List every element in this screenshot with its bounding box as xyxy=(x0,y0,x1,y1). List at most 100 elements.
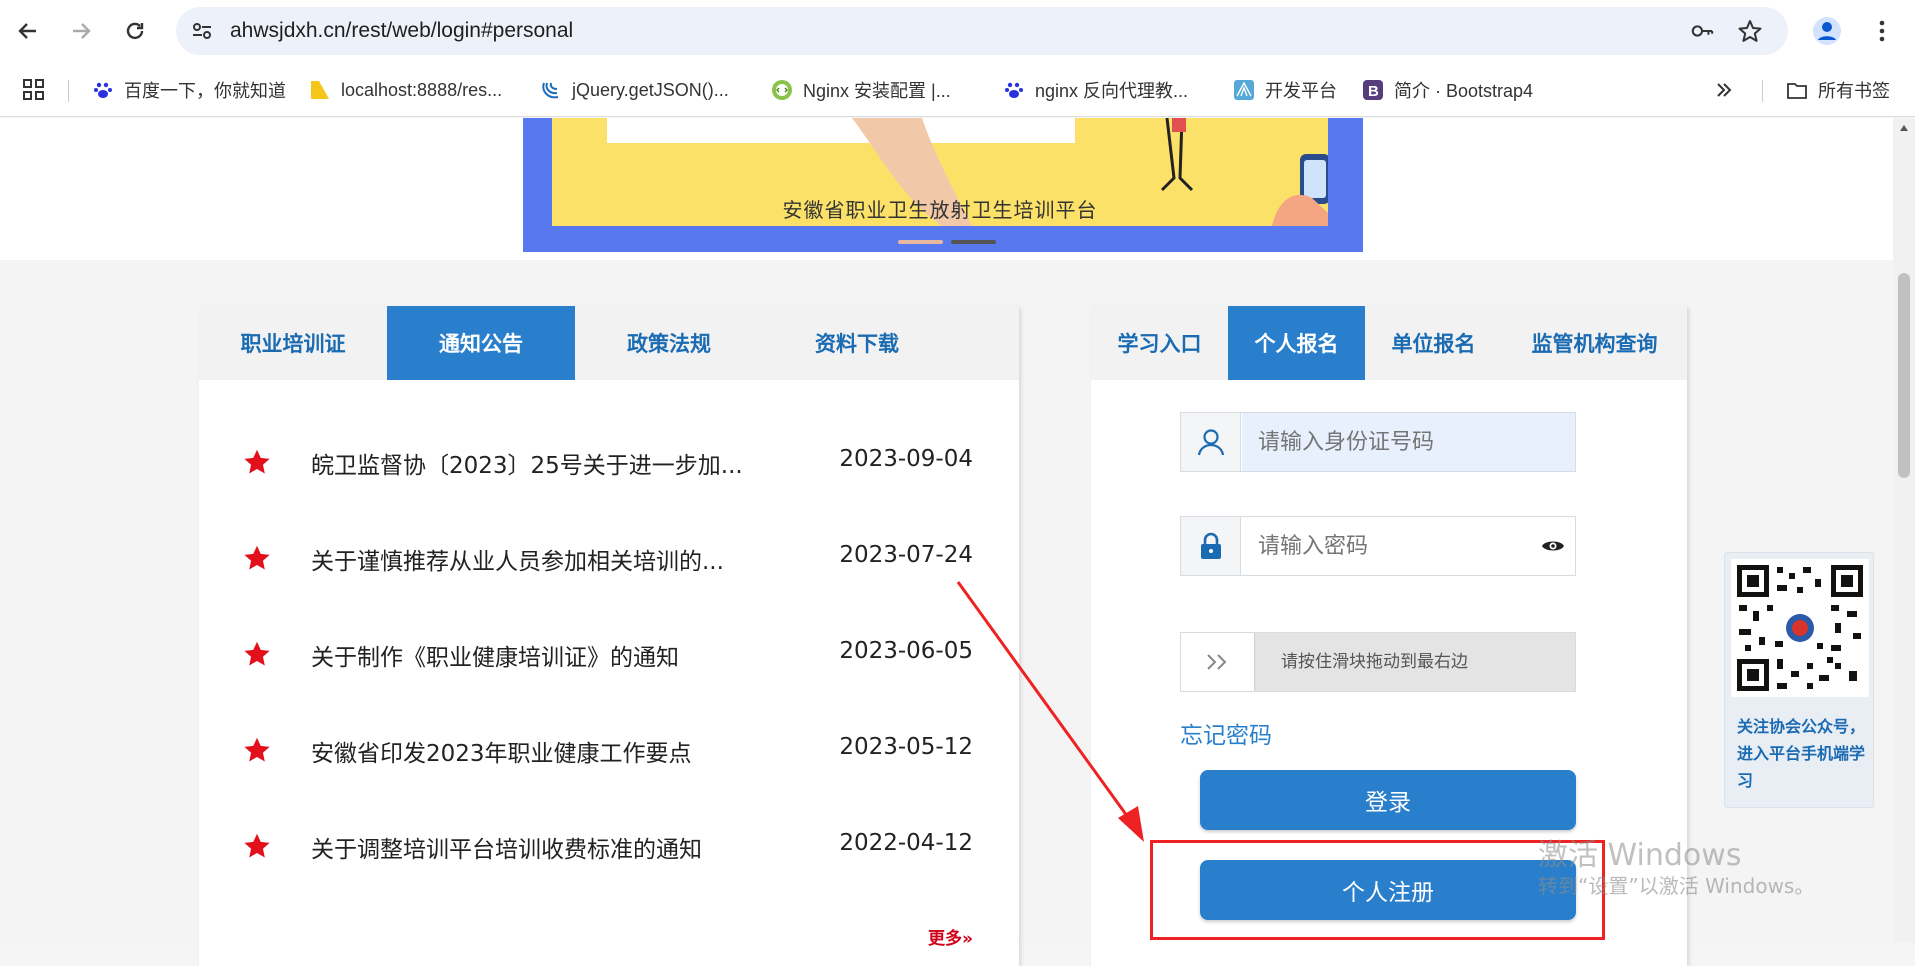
activation-watermark-hint: 转到“设置”以激活 Windows。 xyxy=(1538,874,1815,898)
notice-date: 2023-06-05 xyxy=(839,638,973,664)
more-bookmarks-button[interactable] xyxy=(1714,74,1734,106)
bookmark-separator xyxy=(68,80,69,102)
bookmark-label: 百度一下，你就知道 xyxy=(124,81,286,101)
notice-item[interactable]: 关于谨慎推荐从业人员参加相关培训的... 2023-07-24 xyxy=(199,528,1019,588)
star-icon xyxy=(244,833,270,858)
browser-menu-button[interactable] xyxy=(1864,13,1900,49)
folder-icon xyxy=(1786,79,1808,101)
banner-image: 安徽省职业卫生放射卫生培训平台 xyxy=(552,118,1328,226)
bookmark-item[interactable]: B 简介 · Bootstrap4 xyxy=(1362,74,1533,106)
tab-unit-registration[interactable]: 单位报名 xyxy=(1365,306,1502,380)
carousel-indicator-active[interactable] xyxy=(951,240,996,244)
site-settings-icon[interactable] xyxy=(190,19,214,43)
forward-button[interactable] xyxy=(63,13,99,49)
bookmark-item[interactable]: 百度一下，你就知道 xyxy=(92,74,286,106)
notice-item[interactable]: 安徽省印发2023年职业健康工作要点 2023-05-12 xyxy=(199,720,1019,780)
notice-date: 2022-04-12 xyxy=(839,830,973,856)
double-chevron-right-icon xyxy=(1717,83,1732,97)
carousel-indicator[interactable] xyxy=(898,240,943,244)
bookmark-item[interactable]: 开发平台 xyxy=(1233,74,1337,106)
star-icon xyxy=(244,545,270,570)
notice-title[interactable]: 关于调整培训平台培训收费标准的通知 xyxy=(311,830,702,864)
star-icon xyxy=(244,449,270,474)
user-icon xyxy=(1181,413,1241,471)
annotation-highlight-box xyxy=(1150,840,1605,940)
password-input[interactable] xyxy=(1242,517,1575,575)
bookmark-item[interactable]: localhost:8888/res... xyxy=(309,74,502,106)
jquery-icon xyxy=(540,79,562,101)
tab-downloads[interactable]: 资料下载 xyxy=(763,306,951,380)
notice-date: 2023-05-12 xyxy=(839,734,973,760)
password-key-icon[interactable] xyxy=(1690,19,1714,43)
slider-hint: 请按住滑块拖动到最右边 xyxy=(1281,652,1468,672)
tab-regulator-query[interactable]: 监管机构查询 xyxy=(1502,306,1687,380)
reload-button[interactable] xyxy=(117,13,153,49)
qr-code xyxy=(1731,559,1869,697)
bookmark-item[interactable]: Nginx 安装配置 |... xyxy=(771,74,951,106)
folder-yellow-icon xyxy=(309,79,331,101)
bookmark-item[interactable]: nginx 反向代理教... xyxy=(1003,74,1188,106)
profile-avatar[interactable] xyxy=(1809,13,1845,49)
notice-title[interactable]: 安徽省印发2023年职业健康工作要点 xyxy=(311,734,692,768)
tab-policies[interactable]: 政策法规 xyxy=(575,306,763,380)
url-text[interactable]: ahwsjdxh.cn/rest/web/login#personal xyxy=(230,7,573,55)
qr-caption: 关注协会公众号，进入平台手机端学习 xyxy=(1737,717,1866,790)
code-icon xyxy=(771,79,793,101)
scroll-thumb[interactable] xyxy=(1898,273,1910,478)
tab-personal-registration[interactable]: 个人报名 xyxy=(1228,306,1365,380)
notice-title[interactable]: 皖卫监督协〔2023〕25号关于进一步加... xyxy=(311,446,743,480)
password-field xyxy=(1180,516,1576,576)
notice-title[interactable]: 关于谨慎推荐从业人员参加相关培训的... xyxy=(311,542,724,576)
forgot-password-link[interactable]: 忘记密码 xyxy=(1180,716,1272,750)
forward-arrow-icon xyxy=(73,23,91,39)
eye-icon[interactable] xyxy=(1541,534,1565,558)
notice-item[interactable]: 关于调整培训平台培训收费标准的通知 2022-04-12 xyxy=(199,816,1019,876)
more-link[interactable]: 更多» xyxy=(928,924,973,949)
reload-icon xyxy=(126,22,144,40)
notice-title[interactable]: 关于制作《职业健康培训证》的通知 xyxy=(311,638,679,672)
all-bookmarks-label: 所有书签 xyxy=(1818,81,1890,101)
notice-date: 2023-09-04 xyxy=(839,446,973,472)
id-number-input[interactable] xyxy=(1242,413,1575,471)
bookmark-item[interactable]: jQuery.getJSON()... xyxy=(540,74,729,106)
apps-button[interactable] xyxy=(22,74,46,106)
notice-item[interactable]: 皖卫监督协〔2023〕25号关于进一步加... 2023-09-04 xyxy=(199,432,1019,492)
notice-tabs: 职业培训证 通知公告 政策法规 资料下载 xyxy=(199,306,1019,380)
slider-handle[interactable] xyxy=(1181,633,1255,691)
browser-toolbar: ahwsjdxh.cn/rest/web/login#personal xyxy=(0,0,1915,62)
banner-title: 安徽省职业卫生放射卫生培训平台 xyxy=(782,198,1098,222)
banner-carousel[interactable]: 安徽省职业卫生放射卫生培训平台 xyxy=(523,118,1363,252)
double-chevron-right-icon xyxy=(1206,654,1226,670)
page-scrollbar[interactable] xyxy=(1893,118,1915,943)
id-number-field xyxy=(1180,412,1576,472)
svg-text:B: B xyxy=(1368,83,1379,100)
tab-training-certificate[interactable]: 职业培训证 xyxy=(199,306,387,380)
bookmark-star-icon[interactable] xyxy=(1738,19,1762,43)
login-button[interactable]: 登录 xyxy=(1200,770,1576,830)
login-tabs: 学习入口 个人报名 单位报名 监管机构查询 xyxy=(1091,306,1687,380)
star-icon xyxy=(244,737,270,762)
bookmark-separator xyxy=(1762,80,1763,102)
hero-section: 安徽省职业卫生放射卫生培训平台 xyxy=(0,118,1893,260)
bookmark-label: 简介 · Bootstrap4 xyxy=(1394,81,1534,101)
tab-study-entry[interactable]: 学习入口 xyxy=(1091,306,1228,380)
slide-captcha: 请按住滑块拖动到最右边 xyxy=(1180,632,1576,692)
profile-icon xyxy=(1813,17,1841,45)
back-button[interactable] xyxy=(10,13,46,49)
bookmark-label: Nginx 安装配置 |... xyxy=(803,81,951,101)
bookmark-label: localhost:8888/res... xyxy=(341,79,503,100)
bootstrap-icon: B xyxy=(1362,79,1384,101)
bookmark-label: nginx 反向代理教... xyxy=(1035,81,1189,101)
baidu-icon xyxy=(1003,79,1025,101)
notice-item[interactable]: 关于制作《职业健康培训证》的通知 2023-06-05 xyxy=(199,624,1019,684)
bookmark-label: jQuery.getJSON()... xyxy=(572,79,729,100)
address-bar[interactable]: ahwsjdxh.cn/rest/web/login#personal xyxy=(176,7,1788,55)
all-bookmarks-button[interactable]: 所有书签 xyxy=(1786,74,1890,106)
activation-watermark-title: 激活 Windows xyxy=(1538,838,1742,873)
page-content: 安徽省职业卫生放射卫生培训平台 职业培训证 通知公告 政策法规 资料下载 皖卫监… xyxy=(0,118,1893,966)
more-vert-icon xyxy=(1879,20,1885,42)
shell-icon xyxy=(1233,79,1255,101)
tab-announcements[interactable]: 通知公告 xyxy=(387,306,575,380)
scroll-up-icon[interactable] xyxy=(1899,124,1909,132)
back-arrow-icon xyxy=(18,23,36,39)
